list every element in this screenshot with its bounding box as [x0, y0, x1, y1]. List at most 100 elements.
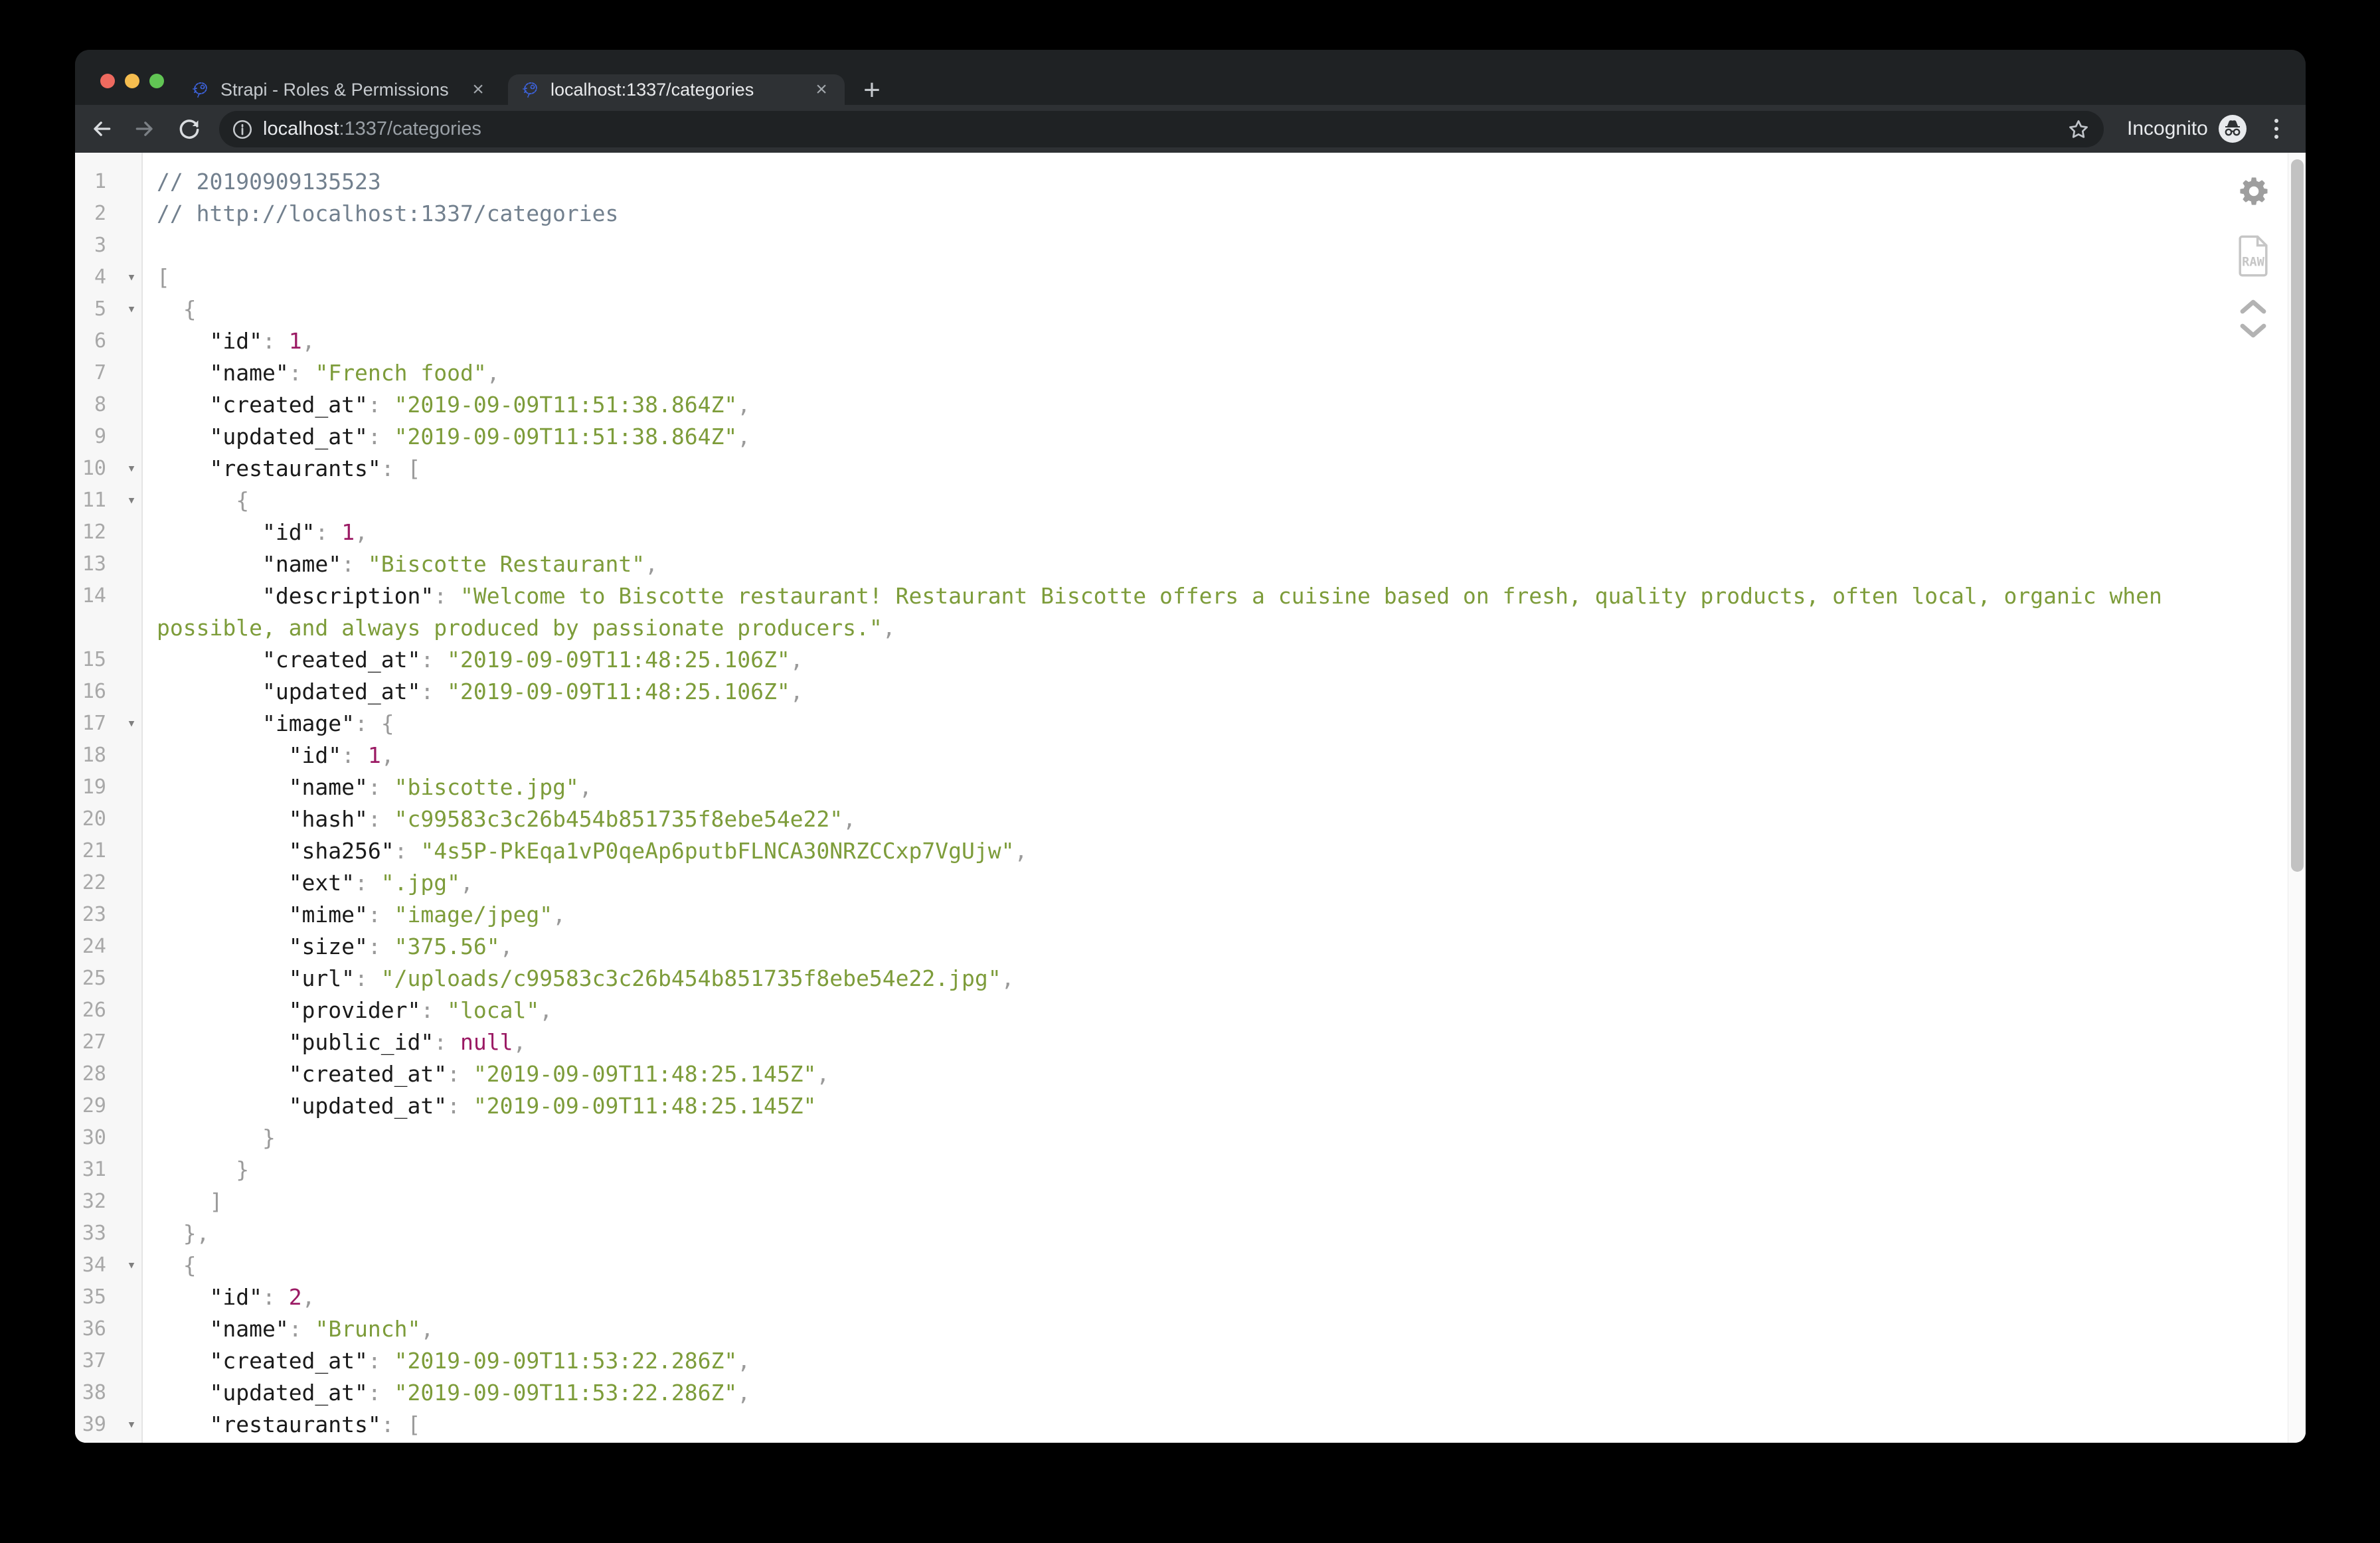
tab-strapi-admin[interactable]: Strapi - Roles & Permissions ×	[178, 74, 501, 105]
code-line: }	[157, 1122, 2288, 1154]
tab-localhost-categories[interactable]: localhost:1337/categories ×	[508, 74, 845, 105]
strapi-favicon-icon	[191, 80, 210, 99]
code-line: "name": "Brunch",	[157, 1313, 2288, 1345]
browser-window: Strapi - Roles & Permissions × localhost…	[75, 50, 2306, 1443]
expand-all-icon[interactable]	[2237, 321, 2269, 341]
tab-close-icon[interactable]: ×	[467, 78, 489, 101]
fold-spacer	[106, 1281, 157, 1313]
code-line: "id": 1,	[157, 517, 2288, 548]
code-line: {	[157, 1441, 2288, 1443]
code-line: "description": "Welcome to Biscotte rest…	[157, 580, 2288, 644]
fold-spacer	[106, 835, 157, 867]
code-row: 12 "id": 1,	[75, 517, 2288, 548]
code-row: 15 "created_at": "2019-09-09T11:48:25.10…	[75, 644, 2288, 676]
code-line: "restaurants": [	[157, 453, 2288, 485]
line-number: 6	[75, 325, 106, 357]
tab-strip: Strapi - Roles & Permissions × localhost…	[75, 50, 2306, 105]
code-line: "name": "French food",	[157, 357, 2288, 389]
fold-toggle-icon[interactable]: ▾	[106, 1409, 157, 1441]
browser-menu-button[interactable]	[2268, 114, 2285, 143]
line-number: 27	[75, 1026, 106, 1058]
line-number: 14	[75, 580, 106, 644]
tab-title: Strapi - Roles & Permissions	[220, 80, 467, 100]
fold-toggle-icon[interactable]: ▾	[106, 293, 157, 325]
fold-spacer	[106, 676, 157, 708]
fold-toggle-icon[interactable]: ▾	[106, 1441, 157, 1443]
fold-spacer	[106, 580, 157, 644]
settings-gear-icon[interactable]	[2235, 173, 2272, 210]
line-number: 12	[75, 517, 106, 548]
url-path: :1337/categories	[339, 118, 481, 139]
scrollbar-track[interactable]	[2288, 153, 2306, 1443]
reload-button[interactable]	[175, 105, 204, 153]
fold-spacer	[106, 1122, 157, 1154]
fold-toggle-icon[interactable]: ▾	[106, 1250, 157, 1281]
line-number: 18	[75, 740, 106, 772]
code-row: 6 "id": 1,	[75, 325, 2288, 357]
code-line: "name": "biscotte.jpg",	[157, 772, 2288, 803]
code-row: 39▾ "restaurants": [	[75, 1409, 2288, 1441]
strapi-favicon-icon	[521, 80, 540, 99]
line-number: 16	[75, 676, 106, 708]
code-line: "name": "Biscotte Restaurant",	[157, 548, 2288, 580]
code-row: 40▾ {	[75, 1441, 2288, 1443]
code-line: {	[157, 1250, 2288, 1281]
tab-close-icon[interactable]: ×	[810, 78, 833, 101]
fold-spacer	[106, 325, 157, 357]
incognito-badge-icon	[2219, 115, 2247, 143]
code-line: "created_at": "2019-09-09T11:48:25.145Z"…	[157, 1058, 2288, 1090]
fold-spacer	[106, 1313, 157, 1345]
fold-toggle-icon[interactable]: ▾	[106, 262, 157, 293]
line-number: 24	[75, 931, 106, 963]
code-row: 24 "size": "375.56",	[75, 931, 2288, 963]
line-number: 4	[75, 262, 106, 293]
fold-toggle-icon[interactable]: ▾	[106, 708, 157, 740]
line-number: 34	[75, 1250, 106, 1281]
raw-document-icon[interactable]: RAW	[2235, 234, 2271, 278]
code-row: 32 ]	[75, 1186, 2288, 1218]
window-close-button[interactable]	[100, 74, 115, 88]
code-row: 4▾[	[75, 262, 2288, 293]
code-line: "created_at": "2019-09-09T11:51:38.864Z"…	[157, 389, 2288, 421]
code-row: 16 "updated_at": "2019-09-09T11:48:25.10…	[75, 676, 2288, 708]
fold-spacer	[106, 357, 157, 389]
code-line: "ext": ".jpg",	[157, 867, 2288, 899]
fold-spacer	[106, 1154, 157, 1186]
line-number: 19	[75, 772, 106, 803]
code-row: 13 "name": "Biscotte Restaurant",	[75, 548, 2288, 580]
forward-button[interactable]	[130, 105, 159, 153]
fold-spacer	[106, 1090, 157, 1122]
code-line: "sha256": "4s5P-PkEqa1vP0qeAp6putbFLNCA3…	[157, 835, 2288, 867]
window-zoom-button[interactable]	[149, 74, 164, 88]
new-tab-button[interactable]: +	[859, 78, 885, 104]
browser-toolbar: localhost:1337/categories Incognito	[75, 105, 2306, 153]
code-row: 35 "id": 2,	[75, 1281, 2288, 1313]
line-number: 33	[75, 1218, 106, 1250]
bookmark-star-icon[interactable]	[2067, 118, 2090, 141]
code-line: {	[157, 293, 2288, 325]
back-button[interactable]	[87, 105, 116, 153]
code-line: "size": "375.56",	[157, 931, 2288, 963]
code-line: "image": {	[157, 708, 2288, 740]
line-number: 39	[75, 1409, 106, 1441]
code-line: "public_id": null,	[157, 1026, 2288, 1058]
window-minimize-button[interactable]	[125, 74, 139, 88]
site-info-icon[interactable]	[231, 118, 254, 141]
code-row: 19 "name": "biscotte.jpg",	[75, 772, 2288, 803]
fold-spacer	[106, 421, 157, 453]
line-number: 25	[75, 963, 106, 995]
collapse-all-icon[interactable]	[2237, 296, 2269, 316]
line-number: 20	[75, 803, 106, 835]
address-bar[interactable]: localhost:1337/categories	[219, 111, 2104, 147]
code-row: 14 "description": "Welcome to Biscotte r…	[75, 580, 2288, 644]
code-line: "created_at": "2019-09-09T11:53:22.286Z"…	[157, 1345, 2288, 1377]
scrollbar-thumb[interactable]	[2291, 159, 2304, 872]
json-viewer-content: 1// 201909091355232// http://localhost:1…	[75, 153, 2306, 1443]
fold-toggle-icon[interactable]: ▾	[106, 453, 157, 485]
tab-title: localhost:1337/categories	[551, 80, 810, 100]
code-row: 21 "sha256": "4s5P-PkEqa1vP0qeAp6putbFLN…	[75, 835, 2288, 867]
code-line: // http://localhost:1337/categories	[157, 198, 2288, 230]
line-number: 13	[75, 548, 106, 580]
fold-toggle-icon[interactable]: ▾	[106, 485, 157, 517]
line-number: 1	[75, 166, 106, 198]
